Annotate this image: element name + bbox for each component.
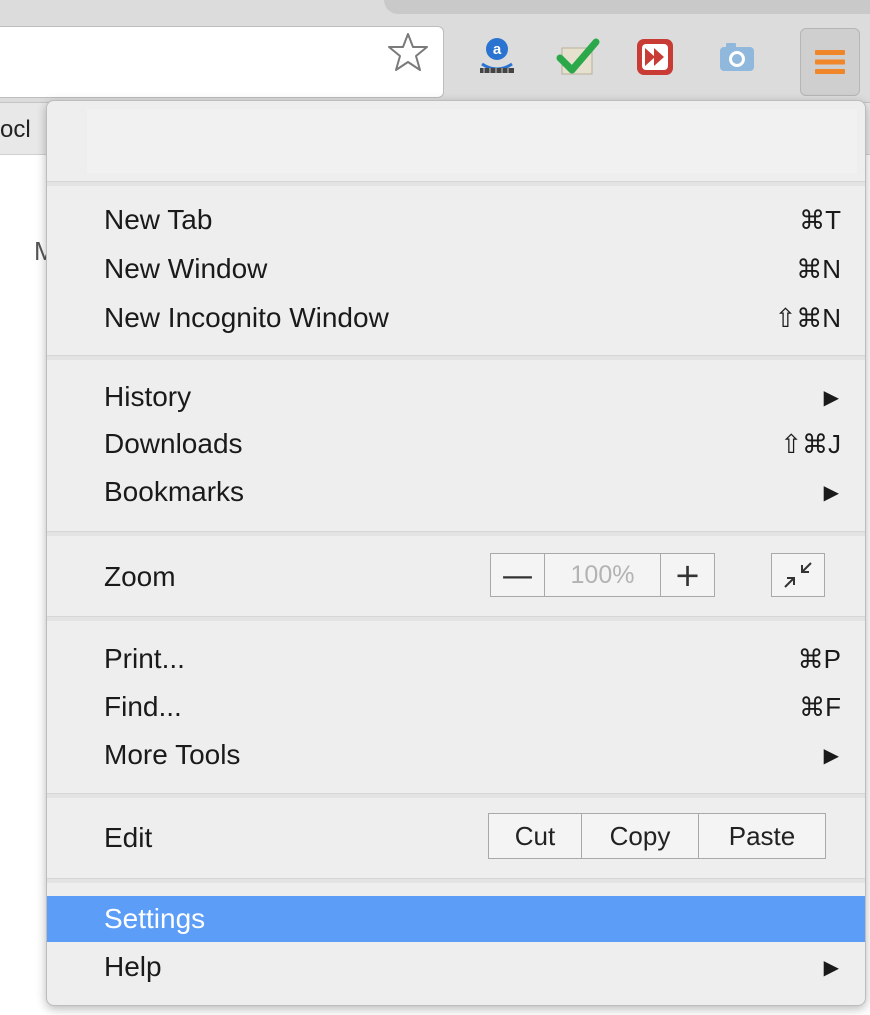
chrome-main-menu: New Tab ⌘T New Window ⌘N New Incognito W… <box>46 100 866 1006</box>
menu-item-label: New Window <box>104 253 268 284</box>
fullscreen-button[interactable] <box>771 553 825 597</box>
menu-item-history[interactable]: History ▶ <box>47 374 865 420</box>
menu-item-label: New Incognito Window <box>104 302 389 333</box>
menu-item-label: New Tab <box>104 204 213 235</box>
browser-toolbar: a <box>0 0 870 103</box>
copy-button[interactable]: Copy <box>581 814 699 858</box>
edit-controls: Cut Copy Paste <box>488 813 826 859</box>
menu-item-shortcut: ⇧⌘N <box>774 302 841 333</box>
menu-item-label: Settings <box>104 903 206 934</box>
tab-strip-edge <box>384 0 870 14</box>
menu-item-shortcut: ⌘P <box>797 643 841 674</box>
checkmark-extension-icon[interactable] <box>552 26 602 88</box>
menu-item-more-tools[interactable]: More Tools ▶ <box>47 732 865 778</box>
menu-item-bookmarks[interactable]: Bookmarks ▶ <box>47 469 865 515</box>
cut-button[interactable]: Cut <box>489 814 581 858</box>
chrome-menu-button[interactable] <box>800 28 860 96</box>
submenu-arrow-icon: ▶ <box>823 386 839 409</box>
menu-item-label: More Tools <box>104 739 241 770</box>
menu-item-label: Print... <box>104 643 185 674</box>
menu-item-label: Help <box>104 951 162 982</box>
menu-item-label: Zoom <box>104 561 176 592</box>
address-bar[interactable] <box>0 26 444 98</box>
amazon-extension-icon[interactable]: a <box>472 26 522 88</box>
menu-item-help[interactable]: Help ▶ <box>47 944 865 990</box>
svg-text:a: a <box>493 41 502 58</box>
menu-item-label: Downloads <box>104 428 243 459</box>
zoom-in-button[interactable]: + <box>661 554 714 596</box>
menu-separator <box>47 181 865 186</box>
menu-item-label: History <box>104 381 192 412</box>
menu-item-shortcut: ⌘F <box>799 691 841 722</box>
menu-item-shortcut: ⌘T <box>799 204 841 235</box>
menu-item-find[interactable]: Find... ⌘F <box>47 684 865 730</box>
paste-button[interactable]: Paste <box>699 814 825 858</box>
submenu-arrow-icon: ▶ <box>823 744 839 767</box>
zoom-out-button[interactable]: — <box>491 554 544 596</box>
fullscreen-icon <box>784 562 812 588</box>
hamburger-menu-icon <box>815 50 845 74</box>
submenu-arrow-icon: ▶ <box>823 956 839 979</box>
submenu-arrow-icon: ▶ <box>823 481 839 504</box>
fast-forward-extension-icon[interactable] <box>630 26 680 88</box>
menu-item-downloads[interactable]: Downloads ⇧⌘J <box>47 421 865 467</box>
menu-item-new-window[interactable]: New Window ⌘N <box>47 246 865 292</box>
menu-separator <box>47 793 865 798</box>
menu-separator <box>47 531 865 536</box>
menu-item-new-incognito-window[interactable]: New Incognito Window ⇧⌘N <box>47 295 865 341</box>
camera-extension-icon[interactable] <box>712 26 762 88</box>
menu-separator <box>47 878 865 883</box>
bookmark-item[interactable]: ocl <box>0 116 44 144</box>
menu-separator <box>47 616 865 621</box>
bookmark-star-icon[interactable] <box>386 30 430 74</box>
menu-item-print[interactable]: Print... ⌘P <box>47 636 865 682</box>
menu-item-settings[interactable]: Settings <box>47 896 865 942</box>
zoom-level-display: 100% <box>544 554 661 596</box>
menu-item-shortcut: ⇧⌘J <box>780 428 841 459</box>
menu-item-label: Bookmarks <box>104 476 245 507</box>
menu-item-new-tab[interactable]: New Tab ⌘T <box>47 197 865 243</box>
zoom-controls: — 100% + <box>490 553 715 597</box>
menu-item-shortcut: ⌘N <box>796 253 841 284</box>
menu-separator <box>47 355 865 360</box>
menu-item-zoom: Zoom <box>47 554 865 600</box>
menu-header-area <box>87 109 857 173</box>
menu-item-label: Find... <box>104 691 182 722</box>
